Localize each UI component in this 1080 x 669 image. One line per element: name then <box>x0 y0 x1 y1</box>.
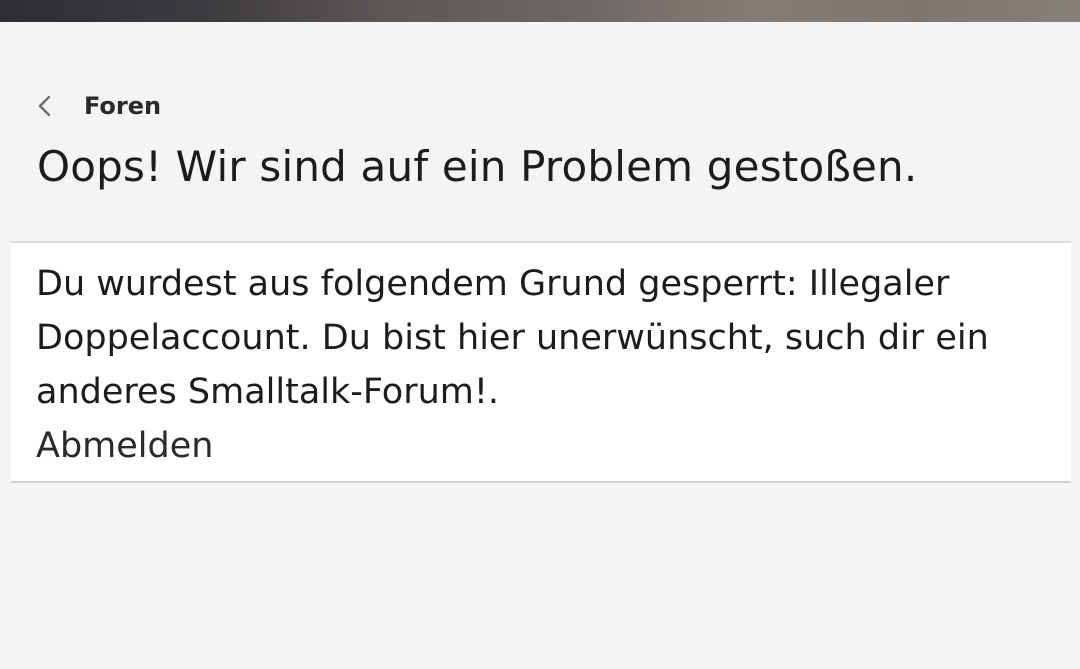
back-to-forums-link[interactable]: Foren <box>36 88 161 124</box>
error-card: Du wurdest aus folgendem Grund gesperrt:… <box>11 241 1071 483</box>
top-banner-image <box>0 0 1080 22</box>
back-link-label: Foren <box>84 92 162 120</box>
chevron-left-icon <box>36 88 66 124</box>
logout-link[interactable]: Abmelden <box>36 419 213 473</box>
ban-message: Du wurdest aus folgendem Grund gesperrt:… <box>36 264 989 412</box>
page-title: Oops! Wir sind auf ein Problem gestoßen. <box>37 142 918 191</box>
